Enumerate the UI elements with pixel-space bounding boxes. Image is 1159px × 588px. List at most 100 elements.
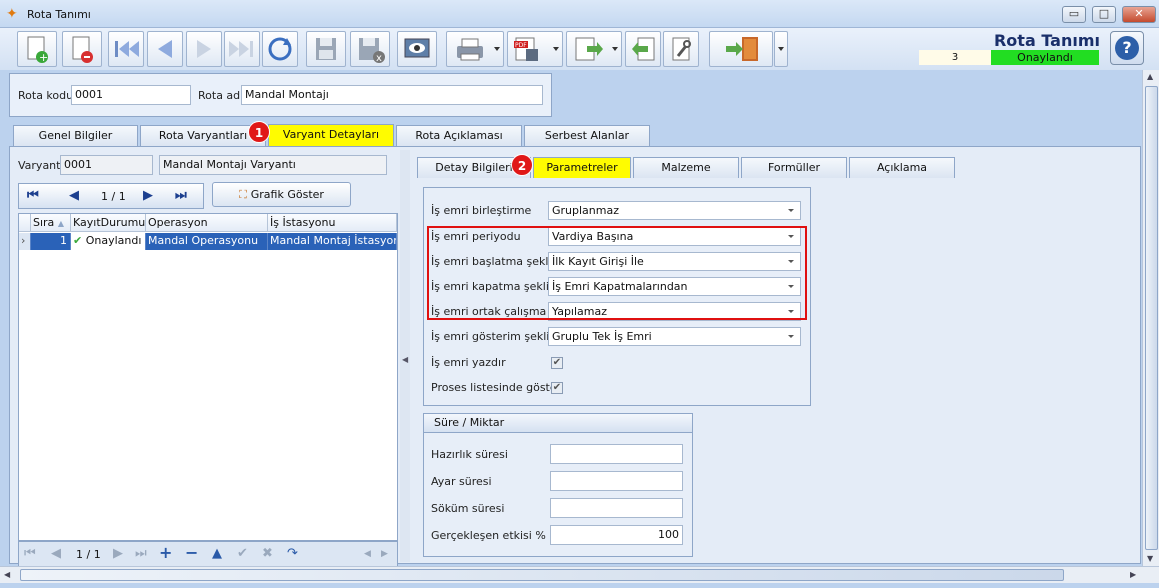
varyant-name-field[interactable]: Mandal Montajı Varyantı xyxy=(159,155,387,175)
new-record-button[interactable]: + xyxy=(17,31,57,67)
param-label-birlestirme: İş emri birleştirme xyxy=(431,204,532,217)
scroll-up-icon[interactable]: ▲ xyxy=(1147,72,1153,81)
next-record-button[interactable] xyxy=(186,31,222,67)
refresh-button[interactable] xyxy=(262,31,298,67)
vertical-scrollbar[interactable]: ▲ ▼ xyxy=(1142,70,1159,566)
ayar-field[interactable] xyxy=(550,471,683,491)
cell-is-istasyonu: Mandal Montaj İstasyonu xyxy=(268,233,397,250)
exit-button[interactable] xyxy=(709,31,773,67)
varyant-code-field[interactable]: 0001 xyxy=(60,155,153,175)
rota-kodu-field[interactable]: 0001 xyxy=(71,85,191,105)
gerceklesen-field[interactable]: 100 xyxy=(550,525,683,545)
confirm-icon[interactable]: ✔ xyxy=(237,546,248,561)
delete-document-icon xyxy=(72,36,93,63)
chevron-down-icon[interactable] xyxy=(612,47,618,51)
tab-malzeme[interactable]: Malzeme xyxy=(633,157,739,178)
chevron-down-icon[interactable] xyxy=(494,47,500,51)
proses-checkbox[interactable]: ✔ xyxy=(551,382,563,394)
column-header-kayitdurumu[interactable]: KayıtDurumu xyxy=(71,214,146,232)
delete-record-button[interactable] xyxy=(62,31,102,67)
tab-rota-varyantlari[interactable]: Rota Varyantları xyxy=(140,125,266,146)
tab-parametreler[interactable]: Parametreler xyxy=(533,157,631,178)
param-label-proses: Proses listesinde göster xyxy=(431,381,562,394)
last-icon[interactable]: ⏭ xyxy=(135,546,147,561)
maximize-button[interactable]: □ xyxy=(1092,6,1116,23)
first-icon[interactable]: ⏮ xyxy=(27,188,39,203)
vertical-scroll-thumb[interactable] xyxy=(1145,86,1158,550)
settings-button[interactable] xyxy=(663,31,699,67)
scroll-left-icon[interactable]: ◀ xyxy=(4,570,10,579)
save-close-button[interactable]: x xyxy=(350,31,390,67)
ayar-label: Ayar süresi xyxy=(431,475,492,488)
column-header-operasyon[interactable]: Operasyon xyxy=(146,214,268,232)
tab-rota-aciklamasi[interactable]: Rota Açıklaması xyxy=(396,125,522,146)
rota-kodu-label: Rota kodu xyxy=(18,89,74,102)
chevron-down-icon[interactable] xyxy=(553,47,559,51)
param-select-birlestirme[interactable]: Gruplanmaz xyxy=(548,201,801,220)
rota-adi-field[interactable]: Mandal Montajı xyxy=(241,85,543,105)
export-pdf-button[interactable]: PDF xyxy=(507,31,563,67)
scroll-right-icon[interactable]: ▶ xyxy=(1130,570,1136,579)
remove-icon[interactable]: − xyxy=(185,543,198,562)
window-title: Rota Tanımı xyxy=(27,8,91,21)
title-bar: ✦ Rota Tanımı ▭ □ ✕ xyxy=(0,0,1159,28)
param-label-gosterim: İş emri gösterim şekli xyxy=(431,330,550,343)
edit-icon[interactable]: ▲ xyxy=(212,546,222,561)
first-record-button[interactable] xyxy=(108,31,144,67)
scroll-right-icon[interactable]: ▶ xyxy=(381,549,388,559)
collapse-left-icon[interactable]: ◀ xyxy=(402,355,408,364)
horizontal-scrollbar[interactable]: ◀ ▶ xyxy=(0,566,1159,583)
save-button[interactable] xyxy=(306,31,346,67)
help-button[interactable]: ? xyxy=(1110,31,1144,65)
previous-icon[interactable]: ◀ xyxy=(51,546,61,561)
preview-button[interactable] xyxy=(397,31,437,67)
add-icon[interactable]: + xyxy=(159,543,172,562)
next-icon[interactable]: ▶ xyxy=(143,188,153,203)
print-button[interactable] xyxy=(446,31,504,67)
param-select-gosterim[interactable]: Gruplu Tek İş Emri xyxy=(548,327,801,346)
tab-serbest-alanlar[interactable]: Serbest Alanlar xyxy=(524,125,650,146)
last-record-button[interactable] xyxy=(224,31,260,67)
previous-record-button[interactable] xyxy=(147,31,183,67)
column-header-sira[interactable]: Sıra ▲ xyxy=(31,214,71,232)
scroll-down-icon[interactable]: ▼ xyxy=(1147,554,1153,563)
export-button[interactable] xyxy=(566,31,622,67)
preview-screen-icon xyxy=(404,38,430,58)
tab-varyant-detaylari[interactable]: Varyant Detayları xyxy=(268,124,394,146)
previous-icon xyxy=(158,40,172,58)
cell-kayitdurumu: ✔ Onaylandı xyxy=(71,233,146,250)
tab-genel-bilgiler[interactable]: Genel Bilgiler xyxy=(13,125,138,146)
cancel-icon[interactable]: ✖ xyxy=(262,546,273,561)
sort-asc-icon: ▲ xyxy=(57,219,64,228)
chevron-down-icon[interactable] xyxy=(778,47,784,51)
refresh-icon[interactable]: ↷ xyxy=(287,546,298,561)
butterfly-app-icon: ✦ xyxy=(6,6,18,22)
cell-operasyon: Mandal Operasyonu xyxy=(146,233,268,250)
close-button[interactable]: ✕ xyxy=(1122,6,1156,23)
last-icon[interactable]: ⏭ xyxy=(175,188,187,203)
hazirlik-field[interactable] xyxy=(550,444,683,464)
minimize-button[interactable]: ▭ xyxy=(1062,6,1086,23)
toolbar-more-button[interactable] xyxy=(774,31,788,67)
help-icon: ? xyxy=(1115,36,1139,60)
param-label-yazdir: İş emri yazdır xyxy=(431,356,506,369)
next-icon[interactable]: ▶ xyxy=(113,546,123,561)
horizontal-scroll-thumb[interactable] xyxy=(20,569,1064,581)
import-button[interactable] xyxy=(625,31,661,67)
scroll-left-icon[interactable]: ◀ xyxy=(364,549,371,559)
status-badge: Onaylandı xyxy=(991,50,1099,65)
sokum-field[interactable] xyxy=(550,498,683,518)
pane-splitter[interactable]: ◀ xyxy=(400,150,410,562)
previous-icon[interactable]: ◀ xyxy=(69,188,79,203)
first-icon[interactable]: ⏮ xyxy=(24,546,36,561)
varyant-label: Varyant xyxy=(18,159,61,172)
tab-aciklama[interactable]: Açıklama xyxy=(849,157,955,178)
chart-tree-icon: ⛶ xyxy=(239,188,247,201)
column-header-is-istasyonu[interactable]: İş İstasyonu xyxy=(268,214,397,232)
tab-formuller[interactable]: Formüller xyxy=(741,157,847,178)
highlight-box xyxy=(427,226,807,320)
yazdir-checkbox[interactable]: ✔ xyxy=(551,357,563,369)
table-row[interactable]: › 1 ✔ Onaylandı Mandal Operasyonu Mandal… xyxy=(19,233,397,250)
route-header-panel: Rota kodu 0001 Rota adı Mandal Montajı xyxy=(9,73,552,117)
grafik-goster-button[interactable]: ⛶ Grafik Göster xyxy=(212,182,351,207)
